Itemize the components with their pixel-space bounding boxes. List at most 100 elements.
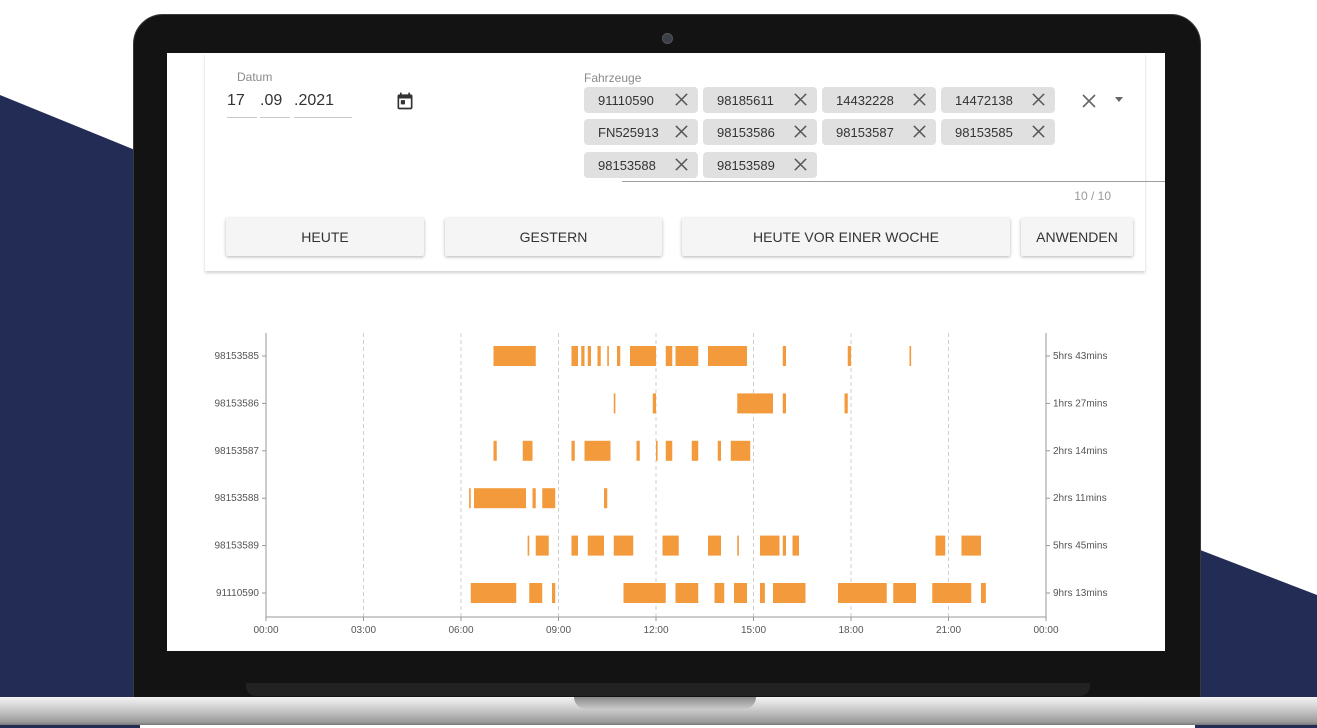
chip-remove-icon[interactable] xyxy=(793,92,808,107)
activity-bar xyxy=(782,535,786,556)
activity-bar xyxy=(587,535,604,556)
date-year-input[interactable]: .2021 xyxy=(294,91,352,118)
chip-label: 98185611 xyxy=(717,92,774,108)
activity-bar xyxy=(630,346,656,366)
activity-bar xyxy=(981,583,986,603)
activity-bar xyxy=(893,583,916,603)
activity-bar xyxy=(623,583,666,603)
x-tick-label: 15:00 xyxy=(741,625,766,636)
chip-label: 98153586 xyxy=(717,124,775,140)
activity-bar xyxy=(675,583,699,603)
activity-bar xyxy=(535,535,549,556)
activity-bar xyxy=(708,535,721,556)
chip-remove-icon[interactable] xyxy=(912,92,927,107)
activity-bar xyxy=(691,440,699,461)
week-ago-button[interactable]: HEUTE VOR EINER WOCHE xyxy=(682,218,1010,256)
chip-98153589: 98153589 xyxy=(703,152,817,178)
chip-remove-icon[interactable] xyxy=(674,124,689,139)
today-button[interactable]: HEUTE xyxy=(226,218,424,256)
total-time-label: 2hrs 14mins xyxy=(1053,446,1107,457)
activity-bar xyxy=(760,583,765,603)
activity-bar xyxy=(604,488,608,509)
activity-bar xyxy=(469,488,471,509)
chip-remove-icon[interactable] xyxy=(1031,124,1046,139)
activity-bar xyxy=(844,393,848,414)
activity-bar xyxy=(662,535,679,556)
activity-bar xyxy=(734,583,747,603)
vehicles-label: Fahrzeuge xyxy=(584,71,642,85)
clear-all-icon[interactable] xyxy=(1081,93,1097,109)
app-screen: Datum 17 .09 .2021 Fahrzeuge 91110590 98… xyxy=(167,53,1165,651)
chip-remove-icon[interactable] xyxy=(674,157,689,172)
chip-remove-icon[interactable] xyxy=(793,124,808,139)
activity-bar xyxy=(529,583,543,603)
activity-bar xyxy=(675,346,699,366)
activity-bar xyxy=(730,440,751,461)
activity-bar xyxy=(474,488,526,509)
activity-bar xyxy=(527,535,530,556)
chip-98153586: 98153586 xyxy=(703,119,817,145)
x-tick-label: 12:00 xyxy=(643,625,668,636)
activity-bar xyxy=(714,583,725,603)
vehicle-label: 98153589 xyxy=(215,541,260,552)
activity-bar xyxy=(532,488,536,509)
calendar-icon[interactable] xyxy=(395,91,415,111)
activity-bar xyxy=(792,535,799,556)
total-time-label: 1hrs 27mins xyxy=(1053,398,1107,409)
activity-bar xyxy=(587,346,591,366)
apply-button[interactable]: ANWENDEN xyxy=(1021,218,1133,256)
activity-bar xyxy=(760,535,780,556)
activity-bar xyxy=(571,440,575,461)
webcam xyxy=(662,33,673,44)
x-tick-label: 06:00 xyxy=(448,625,473,636)
laptop-chin xyxy=(246,683,1090,696)
activity-bar xyxy=(773,583,806,603)
date-month-input[interactable]: .09 xyxy=(260,91,290,118)
date-label: Datum xyxy=(237,70,273,84)
chip-label: 98153588 xyxy=(598,157,656,173)
chip-label: FN525913 xyxy=(598,124,659,140)
yesterday-button[interactable]: GESTERN xyxy=(445,218,662,256)
chip-91110590: 91110590 xyxy=(584,87,698,113)
chip-remove-icon[interactable] xyxy=(1031,92,1046,107)
activity-bar xyxy=(656,440,658,461)
chip-14472138: 14472138 xyxy=(941,87,1055,113)
activity-bar xyxy=(636,440,640,461)
vehicle-label: 98153586 xyxy=(215,398,260,409)
activity-bar xyxy=(932,583,972,603)
activity-bar xyxy=(470,583,517,603)
chip-remove-icon[interactable] xyxy=(912,124,927,139)
activity-bar xyxy=(613,535,634,556)
total-time-label: 5hrs 45mins xyxy=(1053,541,1107,552)
chip-remove-icon[interactable] xyxy=(793,157,808,172)
activity-bar xyxy=(597,346,601,366)
activity-bar xyxy=(782,346,786,366)
x-tick-label: 00:00 xyxy=(253,625,278,636)
vehicle-label: 91110590 xyxy=(216,588,259,599)
total-time-label: 2hrs 11mins xyxy=(1053,493,1107,504)
total-time-label: 5hrs 43mins xyxy=(1053,351,1107,362)
activity-bar xyxy=(717,440,721,461)
vehicle-label: 98153588 xyxy=(215,493,260,504)
activity-bar xyxy=(708,346,747,366)
x-tick-label: 03:00 xyxy=(351,625,376,636)
chip-label: 98153587 xyxy=(836,124,894,140)
total-time-label: 9hrs 13mins xyxy=(1053,588,1107,599)
chip-label: 98153589 xyxy=(717,157,775,173)
chip-FN525913: FN525913 xyxy=(584,119,698,145)
activity-bar xyxy=(909,346,912,366)
activity-bar xyxy=(935,535,946,556)
chip-98153588: 98153588 xyxy=(584,152,698,178)
activity-bar xyxy=(665,440,673,461)
activity-bar xyxy=(493,440,497,461)
dropdown-caret-icon[interactable] xyxy=(1115,97,1123,102)
activity-bar xyxy=(847,346,851,366)
activity-bar xyxy=(581,346,585,366)
chip-label: 14472138 xyxy=(955,92,1013,108)
date-day-input[interactable]: 17 xyxy=(227,91,257,118)
chip-remove-icon[interactable] xyxy=(674,92,689,107)
x-tick-label: 09:00 xyxy=(546,625,571,636)
x-tick-label: 18:00 xyxy=(838,625,863,636)
activity-bar xyxy=(617,346,621,366)
vehicle-label: 98153585 xyxy=(215,351,260,362)
